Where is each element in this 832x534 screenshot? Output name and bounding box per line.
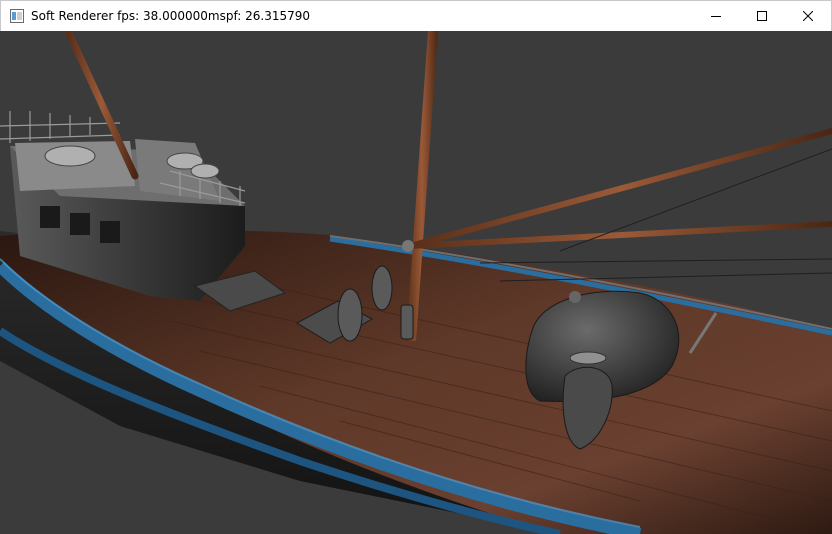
window-app-icon — [9, 8, 25, 24]
maximize-button[interactable] — [739, 1, 785, 31]
minimize-button[interactable] — [693, 1, 739, 31]
render-viewport[interactable] — [0, 31, 832, 534]
close-button[interactable] — [785, 1, 831, 31]
boat-render — [0, 31, 832, 534]
window-controls — [693, 1, 831, 31]
title-bar[interactable]: Soft Renderer fps: 38.000000mspf: 26.315… — [0, 0, 832, 31]
close-icon — [803, 11, 813, 21]
minimize-icon — [711, 16, 721, 17]
maximize-icon — [757, 11, 767, 21]
window-title: Soft Renderer fps: 38.000000mspf: 26.315… — [31, 9, 311, 23]
app-window: Soft Renderer fps: 38.000000mspf: 26.315… — [0, 0, 832, 534]
